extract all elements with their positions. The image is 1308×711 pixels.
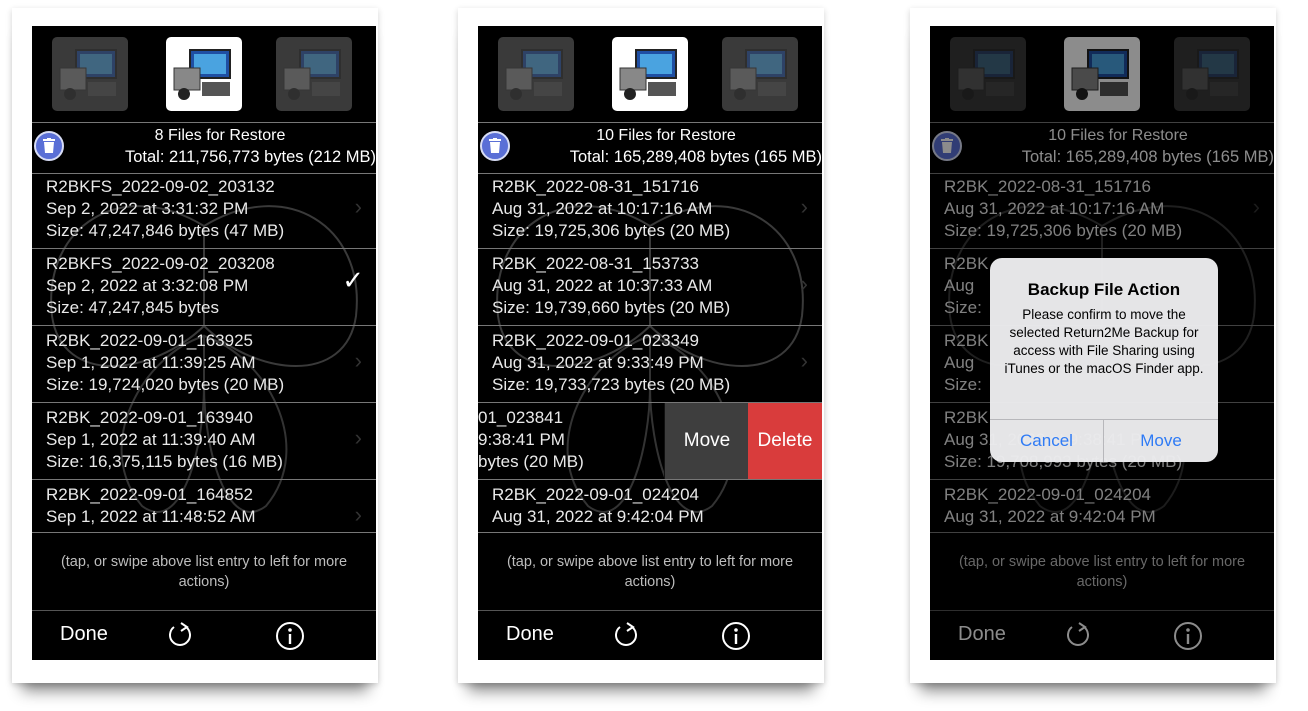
bottom-toolbar: Done bbox=[32, 610, 376, 660]
backup-date: Sep 1, 2022 at 11:48:52 AM bbox=[46, 507, 256, 526]
chevron-right-icon: › bbox=[800, 348, 808, 373]
backup-name: R2BK_2022-09-01_163940 bbox=[46, 408, 254, 427]
devices-icon bbox=[283, 49, 341, 100]
cancel-button[interactable]: Cancel bbox=[990, 420, 1104, 462]
backup-size: Size: 16,375,115 bytes (16 MB) bbox=[46, 452, 283, 471]
backup-list: R2BKFS_2022-09-02_203132 Sep 2, 2022 at … bbox=[32, 172, 376, 532]
backup-size: Size: 19,724,020 bytes (20 MB) bbox=[46, 375, 285, 394]
backup-type-selector bbox=[478, 26, 822, 122]
backup-name: R2BK_2022-09-01_023349 bbox=[492, 331, 700, 350]
backup-size: Size: 47,247,845 bytes bbox=[46, 298, 219, 317]
backup-size: Size: 47,247,846 bytes (47 MB) bbox=[46, 221, 285, 240]
phone-screen: 10 Files for Restore Total: 165,289,408 … bbox=[478, 26, 822, 660]
list-item[interactable]: R2BK_2022-09-01_023349 Aug 31, 2022 at 9… bbox=[478, 326, 822, 403]
backup-size: bytes (20 MB) bbox=[478, 452, 584, 471]
list-item[interactable]: R2BK_2022-09-01_163925 Sep 1, 2022 at 11… bbox=[32, 326, 376, 403]
phone-screen: 10 Files for Restore Total: 165,289,408 … bbox=[930, 26, 1274, 660]
chevron-right-icon: › bbox=[354, 348, 362, 373]
list-item[interactable]: R2BK_2022-09-01_164852 Sep 1, 2022 at 11… bbox=[32, 480, 376, 532]
thumb-computer-devices[interactable] bbox=[276, 37, 352, 111]
backup-size: Size: 19,739,660 bytes (20 MB) bbox=[492, 298, 731, 317]
swiped-content: 01_023841 9:38:41 PM bytes (20 MB) bbox=[478, 407, 678, 473]
bottom-toolbar: Done bbox=[478, 610, 822, 660]
move-action-button[interactable]: Move bbox=[664, 403, 749, 479]
backup-name: R2BK_2022-08-31_153733 bbox=[492, 254, 700, 273]
backup-name: R2BKFS_2022-09-02_203132 bbox=[46, 177, 275, 196]
trash-icon bbox=[43, 138, 55, 153]
alert-message: Please confirm to move the selected Retu… bbox=[1004, 307, 1204, 376]
alert-buttons: Cancel Move bbox=[990, 419, 1218, 462]
backup-date: Sep 1, 2022 at 11:39:40 AM bbox=[46, 430, 256, 449]
chevron-right-icon: › bbox=[354, 502, 362, 527]
swipe-hint: (tap, or swipe above list entry to left … bbox=[32, 532, 376, 610]
backup-type-selector bbox=[32, 26, 376, 122]
backup-size: Size: 19,725,306 bytes (20 MB) bbox=[492, 221, 731, 240]
backup-list: R2BK_2022-08-31_151716 Aug 31, 2022 at 1… bbox=[478, 172, 822, 532]
backup-date: Sep 1, 2022 at 11:39:25 AM bbox=[46, 353, 256, 372]
thumb-computer-devices[interactable] bbox=[52, 37, 128, 111]
backup-date: Aug 31, 2022 at 10:17:16 AM bbox=[492, 199, 713, 218]
backup-name: R2BK_2022-09-01_164852 bbox=[46, 485, 254, 504]
refresh-icon[interactable] bbox=[164, 619, 196, 651]
backup-date: Sep 2, 2022 at 3:31:32 PM bbox=[46, 199, 249, 218]
list-item[interactable]: R2BKFS_2022-09-02_203132 Sep 2, 2022 at … bbox=[32, 172, 376, 249]
chevron-right-icon: › bbox=[800, 194, 808, 219]
info-icon[interactable] bbox=[720, 620, 752, 652]
trash-button[interactable] bbox=[480, 131, 510, 161]
chevron-right-icon: › bbox=[800, 271, 808, 296]
devices-icon bbox=[729, 49, 787, 100]
delete-action-button[interactable]: Delete bbox=[748, 403, 822, 479]
files-count: 10 Files for Restore bbox=[596, 127, 736, 144]
backup-date: Aug 31, 2022 at 9:42:04 PM bbox=[492, 507, 704, 526]
swipe-hint: (tap, or swipe above list entry to left … bbox=[478, 532, 822, 610]
list-item[interactable]: R2BK_2022-09-01_024204 Aug 31, 2022 at 9… bbox=[478, 480, 822, 532]
move-button[interactable]: Move bbox=[1104, 420, 1218, 462]
thumb-computer-devices-selected[interactable] bbox=[166, 37, 242, 111]
backup-date: Aug 31, 2022 at 10:37:33 AM bbox=[492, 276, 713, 295]
backup-name: R2BK_2022-08-31_151716 bbox=[492, 177, 700, 196]
backup-date: Aug 31, 2022 at 9:33:49 PM bbox=[492, 353, 704, 372]
devices-icon bbox=[505, 49, 563, 100]
total-size: Total: 165,289,408 bytes (165 MB) bbox=[569, 148, 822, 166]
devices-icon bbox=[173, 49, 231, 100]
backup-name: R2BK_2022-09-01_163925 bbox=[46, 331, 254, 350]
total-size: Total: 211,756,773 bytes (212 MB) bbox=[124, 148, 376, 166]
info-icon[interactable] bbox=[274, 620, 306, 652]
restore-header: 8 Files for Restore Total: 211,756,773 b… bbox=[32, 122, 376, 174]
list-item[interactable]: R2BK_2022-08-31_151716 Aug 31, 2022 at 1… bbox=[478, 172, 822, 249]
list-item[interactable]: R2BK_2022-09-01_163940 Sep 1, 2022 at 11… bbox=[32, 403, 376, 480]
backup-name: R2BKFS_2022-09-02_203208 bbox=[46, 254, 275, 273]
list-item-swiped[interactable]: 01_023841 9:38:41 PM bytes (20 MB) Move … bbox=[478, 403, 822, 480]
phone-screen: 8 Files for Restore Total: 211,756,773 b… bbox=[32, 26, 376, 660]
thumb-computer-devices-selected[interactable] bbox=[612, 37, 688, 111]
backup-name: 01_023841 bbox=[478, 408, 564, 427]
trash-button[interactable] bbox=[34, 131, 64, 161]
refresh-icon[interactable] bbox=[610, 619, 642, 651]
list-item[interactable]: R2BKFS_2022-09-02_203208 Sep 2, 2022 at … bbox=[32, 249, 376, 326]
checkmark-icon: ✓ bbox=[342, 265, 364, 295]
backup-file-action-alert: Backup File Action Please confirm to mov… bbox=[990, 258, 1218, 462]
done-button[interactable]: Done bbox=[506, 623, 554, 646]
devices-icon bbox=[619, 49, 677, 100]
list-item[interactable]: R2BK_2022-08-31_153733 Aug 31, 2022 at 1… bbox=[478, 249, 822, 326]
done-button[interactable]: Done bbox=[60, 623, 108, 646]
devices-icon bbox=[59, 49, 117, 100]
screenshot-frame-3: 10 Files for Restore Total: 165,289,408 … bbox=[910, 8, 1276, 683]
chevron-right-icon: › bbox=[354, 194, 362, 219]
screenshot-frame-2: 10 Files for Restore Total: 165,289,408 … bbox=[458, 8, 824, 683]
thumb-computer-devices[interactable] bbox=[722, 37, 798, 111]
screenshot-frame-1: 8 Files for Restore Total: 211,756,773 b… bbox=[12, 8, 378, 683]
restore-header: 10 Files for Restore Total: 165,289,408 … bbox=[478, 122, 822, 174]
chevron-right-icon: › bbox=[354, 425, 362, 450]
files-count: 8 Files for Restore bbox=[154, 127, 286, 144]
backup-date: Sep 2, 2022 at 3:32:08 PM bbox=[46, 276, 249, 295]
backup-size: Size: 19,733,723 bytes (20 MB) bbox=[492, 375, 731, 394]
backup-date: 9:38:41 PM bbox=[478, 430, 565, 449]
trash-icon bbox=[489, 138, 501, 153]
alert-title: Backup File Action bbox=[1027, 280, 1181, 299]
thumb-computer-devices[interactable] bbox=[498, 37, 574, 111]
backup-name: R2BK_2022-09-01_024204 bbox=[492, 485, 700, 504]
